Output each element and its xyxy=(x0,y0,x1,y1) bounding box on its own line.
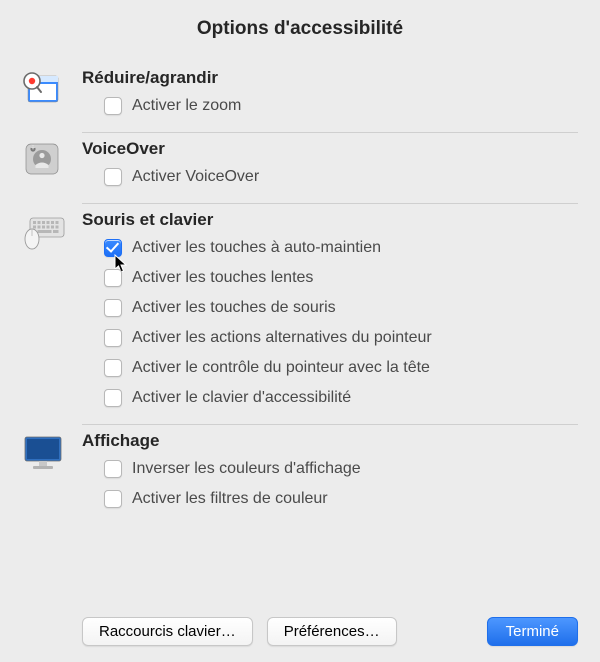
accessibility-options-window: Options d'accessibilité Réduire/agrandir… xyxy=(0,0,600,662)
checkbox-sticky-keys[interactable] xyxy=(104,239,122,257)
option-invert-colors: Inverser les couleurs d'affichage xyxy=(104,457,578,481)
option-head-pointer-label: Activer le contrôle du pointeur avec la … xyxy=(132,356,430,380)
option-mouse-keys-label: Activer les touches de souris xyxy=(132,296,336,320)
section-display: Affichage Inverser les couleurs d'affich… xyxy=(22,425,578,517)
option-mouse-keys: Activer les touches de souris xyxy=(104,296,578,320)
footer: Raccourcis clavier… Préférences… Terminé xyxy=(22,597,578,646)
checkbox-head-pointer[interactable] xyxy=(104,359,122,377)
option-alt-pointer-label: Activer les actions alternatives du poin… xyxy=(132,326,432,350)
keyboard-shortcuts-button[interactable]: Raccourcis clavier… xyxy=(82,617,253,646)
section-mouse-keyboard-heading: Souris et clavier xyxy=(82,210,578,230)
option-zoom-activate: Activer le zoom xyxy=(104,94,578,118)
zoom-icon xyxy=(22,68,82,106)
display-icon xyxy=(22,431,82,471)
done-button[interactable]: Terminé xyxy=(487,617,578,646)
voiceover-icon xyxy=(22,139,82,177)
option-color-filters: Activer les filtres de couleur xyxy=(104,487,578,511)
option-accessibility-keyboard: Activer le clavier d'accessibilité xyxy=(104,386,578,410)
checkbox-zoom-activate[interactable] xyxy=(104,97,122,115)
option-invert-colors-label: Inverser les couleurs d'affichage xyxy=(132,457,361,481)
option-sticky-keys-label: Activer les touches à auto-maintien xyxy=(132,236,381,260)
option-voiceover-activate-label: Activer VoiceOver xyxy=(132,165,259,189)
checkbox-mouse-keys[interactable] xyxy=(104,299,122,317)
option-accessibility-keyboard-label: Activer le clavier d'accessibilité xyxy=(132,386,351,410)
mouse-keyboard-icon xyxy=(22,210,82,250)
sections: Réduire/agrandir Activer le zoom xyxy=(22,62,578,517)
checkbox-slow-keys[interactable] xyxy=(104,269,122,287)
checkbox-accessibility-keyboard[interactable] xyxy=(104,389,122,407)
option-slow-keys-label: Activer les touches lentes xyxy=(132,266,313,290)
option-head-pointer: Activer le contrôle du pointeur avec la … xyxy=(104,356,578,380)
option-sticky-keys: Activer les touches à auto-maintien xyxy=(104,236,578,260)
option-voiceover-activate: Activer VoiceOver xyxy=(104,165,578,189)
option-zoom-activate-label: Activer le zoom xyxy=(132,94,241,118)
page-title: Options d'accessibilité xyxy=(22,18,578,40)
option-slow-keys: Activer les touches lentes xyxy=(104,266,578,290)
section-display-heading: Affichage xyxy=(82,431,578,451)
section-zoom-heading: Réduire/agrandir xyxy=(82,68,578,88)
section-mouse-keyboard: Souris et clavier Activer les touches à … xyxy=(22,204,578,416)
checkbox-color-filters[interactable] xyxy=(104,490,122,508)
checkbox-alt-pointer[interactable] xyxy=(104,329,122,347)
section-zoom: Réduire/agrandir Activer le zoom xyxy=(22,62,578,124)
checkbox-voiceover-activate[interactable] xyxy=(104,168,122,186)
section-voiceover: VoiceOver Activer VoiceOver xyxy=(22,133,578,195)
section-voiceover-heading: VoiceOver xyxy=(82,139,578,159)
preferences-button[interactable]: Préférences… xyxy=(267,617,397,646)
checkbox-invert-colors[interactable] xyxy=(104,460,122,478)
option-alt-pointer: Activer les actions alternatives du poin… xyxy=(104,326,578,350)
option-color-filters-label: Activer les filtres de couleur xyxy=(132,487,328,511)
